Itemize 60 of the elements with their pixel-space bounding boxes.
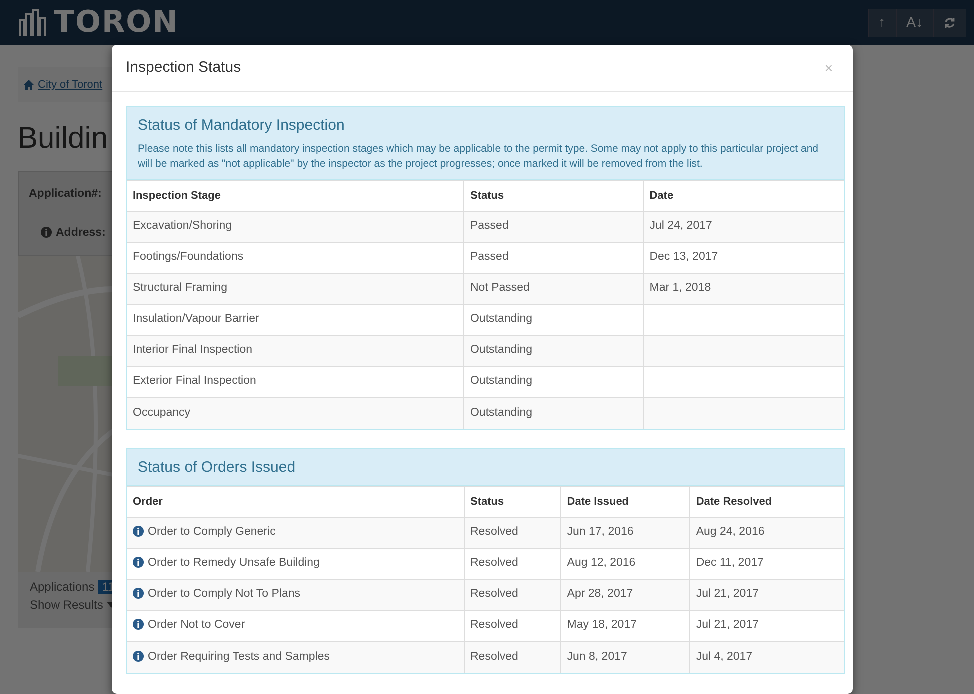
info-icon[interactable] (133, 557, 144, 568)
applications-label: Applications (30, 580, 95, 594)
table-cell: Outstanding (470, 344, 532, 356)
refresh-icon (944, 17, 956, 30)
logo-text: TORON (54, 4, 179, 42)
table-cell: Exterior Final Inspection (133, 375, 256, 388)
panel-title: Status of Orders Issued (138, 458, 297, 478)
table-cell: Apr 28, 2017 (567, 588, 634, 600)
show-results-toggle[interactable]: Show Results (30, 598, 104, 612)
table-cell: Order to Comply Not To Plans (148, 588, 301, 600)
table-cell: Occupancy (133, 406, 191, 419)
info-icon[interactable] (133, 526, 144, 538)
table-cell: Jul 4, 2017 (696, 650, 753, 663)
table-cell: Order Not to Cover (148, 619, 246, 632)
table-cell: Interior Final Inspection (133, 344, 253, 356)
breadcrumb-link[interactable]: City of Toront (24, 79, 103, 91)
table-cell: Dec 13, 2017 (650, 251, 718, 264)
info-icon (41, 226, 52, 238)
table-cell: Footings/Foundations (133, 251, 244, 264)
table-cell: Order to Remedy Unsafe Building (148, 557, 320, 570)
table-cell: Mar 1, 2018 (650, 282, 712, 294)
table-cell: Jun 8, 2017 (567, 650, 628, 663)
table-cell: Structural Framing (133, 282, 228, 294)
table-cell: Excavation/Shoring (133, 220, 232, 232)
table-cell: Order Requiring Tests and Samples (148, 650, 330, 663)
table-cell: Resolved (470, 588, 518, 600)
table-cell: Outstanding (470, 313, 532, 326)
table-cell: May 18, 2017 (567, 619, 637, 632)
table-cell: Jul 21, 2017 (696, 588, 759, 600)
table-cell: Jul 24, 2017 (650, 220, 712, 232)
home-icon (24, 80, 34, 90)
info-icon[interactable] (133, 619, 144, 630)
panel-title: Status of Mandatory Inspection (138, 116, 346, 136)
table-cell: Aug 12, 2016 (567, 557, 636, 570)
field-label: Address: (56, 226, 106, 239)
font-size-button[interactable]: A↓ (896, 8, 933, 36)
table-cell: Order to Comply Generic (148, 526, 276, 538)
table-cell: Resolved (470, 619, 518, 632)
table-cell: Passed (470, 220, 509, 232)
table-cell: Resolved (470, 526, 518, 538)
close-button[interactable]: × (818, 56, 839, 80)
panel-note: Please note this lists all mandatory inspection stages which may be applicable to the permit type. Some may not apply to this particular project and will be marked as "not applicable" by the inspector as the project progresses; once marked it will be removed from the list. (138, 142, 820, 172)
table-cell: Jul 21, 2017 (696, 619, 759, 632)
table-cell: Not Passed (470, 282, 530, 294)
table-cell: Dec 11, 2017 (696, 557, 764, 570)
table-cell: Insulation/Vapour Barrier (133, 313, 260, 326)
table-cell: Jun 17, 2016 (567, 526, 634, 538)
table-cell: Outstanding (470, 406, 532, 419)
page-heading: Buildin (18, 120, 108, 156)
info-icon[interactable] (133, 650, 144, 662)
table-cell: Aug 24, 2016 (696, 526, 765, 538)
field-label: Application#: (29, 188, 102, 200)
table-cell: Outstanding (470, 375, 532, 388)
skyline-icon (18, 8, 48, 38)
info-icon[interactable] (133, 588, 144, 600)
table-cell: Resolved (470, 557, 518, 570)
table-cell: Passed (470, 251, 509, 264)
modal-title: Inspection Status (126, 58, 242, 78)
table-cell: Resolved (470, 650, 518, 663)
font-size-button[interactable]: ↑ (868, 8, 896, 36)
